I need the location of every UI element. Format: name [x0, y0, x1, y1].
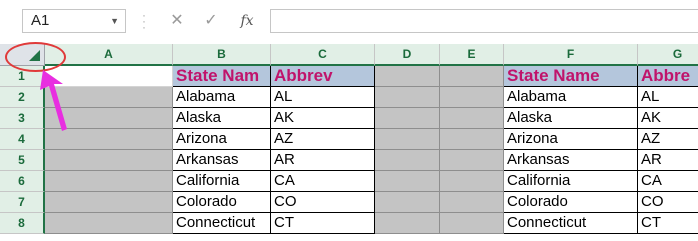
cell-d1[interactable] [375, 66, 440, 87]
cell-a8[interactable] [45, 213, 173, 234]
cell-c2[interactable]: AL [271, 87, 375, 108]
insert-function-icon[interactable]: fx [236, 10, 258, 32]
column-header-c[interactable]: C [271, 44, 375, 66]
cell-g2[interactable]: AL [638, 87, 698, 108]
row-header-6[interactable]: 6 [0, 171, 45, 192]
cell-a7[interactable] [45, 192, 173, 213]
cell-a5[interactable] [45, 150, 173, 171]
row-header-2[interactable]: 2 [0, 87, 45, 108]
cell-g1[interactable]: Abbre [638, 66, 698, 87]
cancel-icon[interactable]: ✕ [166, 10, 188, 32]
column-header-e[interactable]: E [440, 44, 504, 66]
row-header-3[interactable]: 3 [0, 108, 45, 129]
drag-handle[interactable]: · · · [142, 9, 146, 33]
cell-f4[interactable]: Arizona [504, 129, 638, 150]
cell-e8[interactable] [440, 213, 504, 234]
cell-f7[interactable]: Colorado [504, 192, 638, 213]
cell-f6[interactable]: California [504, 171, 638, 192]
cell-e2[interactable] [440, 87, 504, 108]
enter-icon[interactable]: ✓ [200, 10, 222, 32]
row-header-7[interactable]: 7 [0, 192, 45, 213]
name-box[interactable]: A1 ▼ [22, 9, 126, 33]
cell-b6[interactable]: California [173, 171, 271, 192]
row-header-4[interactable]: 4 [0, 129, 45, 150]
cell-e5[interactable] [440, 150, 504, 171]
cell-d8[interactable] [375, 213, 440, 234]
cell-g5[interactable]: AR [638, 150, 698, 171]
cell-d4[interactable] [375, 129, 440, 150]
worksheet-grid: A B C D E F G 1 2 3 4 5 6 7 8 State Nam Abbrev State Name… [0, 44, 698, 241]
cell-b4[interactable]: Arizona [173, 129, 271, 150]
cell-g3[interactable]: AK [638, 108, 698, 129]
annotation-arrow-shape [40, 70, 67, 131]
cell-c8[interactable]: CT [271, 213, 375, 234]
formula-input[interactable] [270, 9, 698, 33]
cell-e6[interactable] [440, 171, 504, 192]
cell-c7[interactable]: CO [271, 192, 375, 213]
cell-e3[interactable] [440, 108, 504, 129]
column-header-g[interactable]: G [638, 44, 698, 66]
cell-f8[interactable]: Connecticut [504, 213, 638, 234]
column-header-f[interactable]: F [504, 44, 638, 66]
cell-g8[interactable]: CT [638, 213, 698, 234]
cell-e1[interactable] [440, 66, 504, 87]
cell-d6[interactable] [375, 171, 440, 192]
cell-a6[interactable] [45, 171, 173, 192]
cell-b1[interactable]: State Nam [173, 66, 271, 87]
row-header-8[interactable]: 8 [0, 213, 45, 234]
column-header-d[interactable]: D [375, 44, 440, 66]
formula-bar: A1 ▼ · · · ✕ ✓ fx [0, 0, 698, 40]
column-header-b[interactable]: B [173, 44, 271, 66]
cell-c5[interactable]: AR [271, 150, 375, 171]
cell-e4[interactable] [440, 129, 504, 150]
row-header-5[interactable]: 5 [0, 150, 45, 171]
cell-g4[interactable]: AZ [638, 129, 698, 150]
cell-d5[interactable] [375, 150, 440, 171]
cell-f2[interactable]: Alabama [504, 87, 638, 108]
annotation-arrow-icon [40, 70, 67, 131]
cell-g6[interactable]: CA [638, 171, 698, 192]
cell-d3[interactable] [375, 108, 440, 129]
cell-c3[interactable]: AK [271, 108, 375, 129]
cell-b8[interactable]: Connecticut [173, 213, 271, 234]
cell-b3[interactable]: Alaska [173, 108, 271, 129]
cell-b7[interactable]: Colorado [173, 192, 271, 213]
cell-b5[interactable]: Arkansas [173, 150, 271, 171]
cell-d2[interactable] [375, 87, 440, 108]
cell-b2[interactable]: Alabama [173, 87, 271, 108]
cell-e7[interactable] [440, 192, 504, 213]
cell-c4[interactable]: AZ [271, 129, 375, 150]
cell-c6[interactable]: CA [271, 171, 375, 192]
chevron-down-icon[interactable]: ▼ [110, 10, 119, 32]
cell-f3[interactable]: Alaska [504, 108, 638, 129]
cell-d7[interactable] [375, 192, 440, 213]
cell-g7[interactable]: CO [638, 192, 698, 213]
cell-f1[interactable]: State Name [504, 66, 638, 87]
cell-f5[interactable]: Arkansas [504, 150, 638, 171]
name-box-value: A1 [31, 12, 50, 29]
cell-c1[interactable]: Abbrev [271, 66, 375, 87]
